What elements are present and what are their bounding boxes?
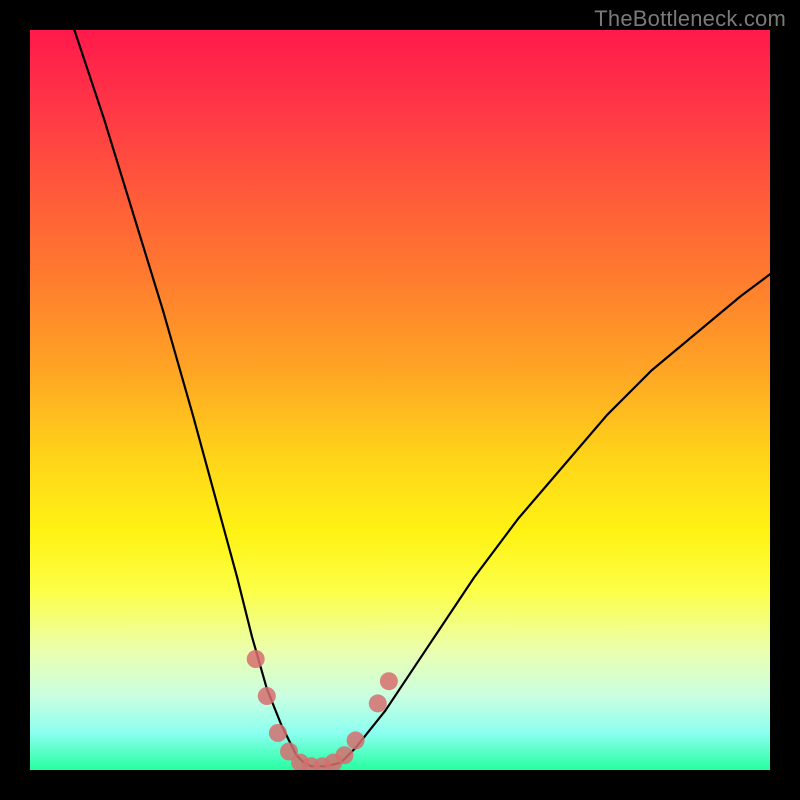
marker-dot bbox=[269, 724, 287, 742]
marker-dot bbox=[347, 731, 365, 749]
chart-stage: TheBottleneck.com bbox=[0, 0, 800, 800]
marker-dot bbox=[280, 743, 298, 761]
marker-dot bbox=[302, 757, 320, 770]
marker-dot bbox=[336, 746, 354, 764]
marker-dot bbox=[380, 672, 398, 690]
plot-area bbox=[30, 30, 770, 770]
marker-dot bbox=[324, 754, 342, 770]
bottleneck-curve bbox=[74, 30, 770, 766]
marker-dot bbox=[247, 650, 265, 668]
marker-dot bbox=[258, 687, 276, 705]
marker-group bbox=[247, 650, 398, 770]
marker-dot bbox=[369, 694, 387, 712]
marker-dot bbox=[291, 754, 309, 770]
marker-dot bbox=[313, 757, 331, 770]
watermark-text: TheBottleneck.com bbox=[594, 6, 786, 32]
chart-svg bbox=[30, 30, 770, 770]
